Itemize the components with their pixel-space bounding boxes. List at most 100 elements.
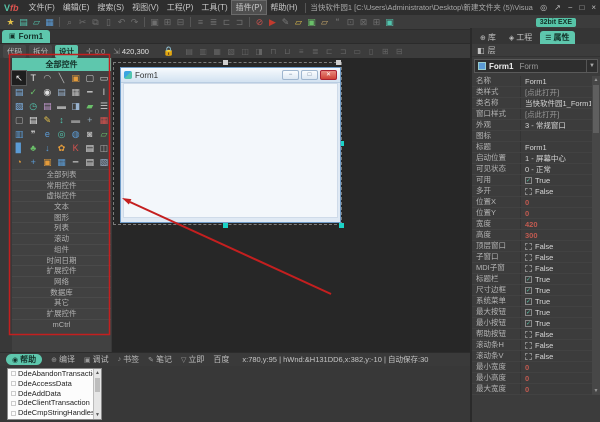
pointer-icon[interactable]: ↖ — [10, 70, 28, 86]
property-value[interactable]: False — [521, 242, 591, 251]
property-value[interactable]: 当快软件园1_Form1 — [521, 98, 591, 109]
scroll-up-icon[interactable]: ▲ — [592, 76, 600, 84]
folder-icon[interactable]: ▱ — [97, 127, 111, 141]
checkbox-checked-icon[interactable]: ✓ — [525, 275, 532, 283]
help-list-scrollbar[interactable]: ▲ ▼ — [93, 369, 101, 419]
save-button[interactable]: ▦ — [43, 15, 56, 29]
checkbox-icon[interactable]: ✓ — [26, 85, 40, 99]
property-value[interactable]: 1 - 屏幕中心 — [521, 153, 591, 164]
bottom-tab-调试[interactable]: ▣ 调试 — [84, 354, 109, 365]
category-mCtrl[interactable]: mCtrl — [12, 318, 111, 330]
stop-button[interactable]: ⊘ — [253, 15, 266, 29]
frame-icon[interactable]: ▢ — [83, 71, 97, 85]
property-value[interactable]: Form1 — [521, 77, 591, 86]
option-icon[interactable]: ◉ — [40, 85, 54, 99]
scroll-thumb[interactable] — [593, 85, 599, 133]
property-value[interactable]: False — [521, 187, 591, 196]
undo-button[interactable]: ↶ — [115, 15, 128, 29]
teal-box-button[interactable]: ▣ — [383, 15, 396, 29]
handle-top-middle[interactable] — [223, 60, 228, 65]
category-数据库[interactable]: 数据库 — [12, 286, 111, 298]
progress-icon[interactable]: ▰ — [83, 99, 97, 113]
menu-编辑(E)[interactable]: 编辑(E) — [59, 1, 94, 14]
bottom-tab-立即[interactable]: ▽ 立即 — [181, 354, 204, 365]
mctrl-icon-icon[interactable]: ▧ — [97, 155, 111, 169]
minimize-button[interactable]: − — [568, 0, 573, 15]
add-ctrl-icon[interactable]: + — [83, 113, 97, 127]
pin-button[interactable]: ◎ — [540, 0, 547, 15]
align-all-button[interactable]: ≣ — [207, 15, 220, 29]
splitter-icon[interactable]: ◫ — [97, 141, 111, 155]
arch-target-badge[interactable]: 32bit EXE — [535, 17, 576, 27]
align-tool-8-icon[interactable]: ≡ — [294, 47, 308, 56]
bottom-tab-百度[interactable]: 百度 — [213, 354, 229, 365]
scroll-down-icon[interactable]: ▼ — [94, 411, 101, 419]
property-value[interactable]: 0 - 正常 — [521, 164, 591, 175]
align-tool-1-icon[interactable]: ▥ — [196, 47, 210, 56]
run-button[interactable]: ▶ — [266, 15, 279, 29]
new-file-button[interactable]: ▤ — [17, 15, 30, 29]
button-icon[interactable]: ▭ — [97, 71, 111, 85]
maximize-button[interactable]: □ — [579, 0, 584, 15]
checkbox-checked-icon[interactable]: ✓ — [525, 176, 532, 184]
edit-remove-button[interactable]: ⊟ — [174, 15, 187, 29]
panel-tab-属性[interactable]: ☰ 属性 — [540, 31, 575, 44]
property-value[interactable]: 300 — [521, 231, 591, 240]
list-item-DdeClientTransaction[interactable]: DdeClientTransaction — [8, 398, 101, 408]
cut-button[interactable]: ✂ — [76, 15, 89, 29]
list-item-DdeAccessData[interactable]: DdeAccessData — [8, 379, 101, 389]
plus-icon[interactable]: + — [26, 155, 40, 169]
tooltip-icon[interactable]: ❞ — [26, 127, 40, 141]
category-其它[interactable]: 其它 — [12, 297, 111, 308]
align-tool-9-icon[interactable]: ≣ — [308, 47, 322, 56]
category-滚动[interactable]: 滚动 — [12, 233, 111, 244]
category-组件[interactable]: 组件 — [12, 243, 111, 255]
slider-icon[interactable]: ▬ — [69, 113, 83, 127]
checkbox-unchecked-icon[interactable] — [525, 253, 532, 261]
search-button[interactable]: ⌕ — [63, 15, 76, 29]
outdent-button[interactable]: ⊐ — [233, 15, 246, 29]
category-扩展控件[interactable]: 扩展控件 — [12, 307, 111, 319]
align-tool-0-icon[interactable]: ▤ — [182, 47, 196, 56]
panel-icon[interactable]: ▧ — [12, 99, 26, 113]
folder-yellow-button[interactable]: ▱ — [292, 15, 305, 29]
menu-帮助(H)[interactable]: 帮助(H) — [266, 1, 301, 14]
property-value[interactable]: 3 - 常规窗口 — [521, 120, 591, 131]
property-scrollbar[interactable]: ▲ ▼ — [592, 76, 600, 395]
tool-c-button[interactable]: ⊞ — [370, 15, 383, 29]
timer-icon[interactable]: ◷ — [26, 99, 40, 113]
write-button[interactable]: ✎ — [279, 15, 292, 29]
hscroll-icon[interactable]: ━ — [83, 85, 97, 99]
list-item-DdeCmpStringHandles[interactable]: DdeCmpStringHandles — [8, 408, 101, 418]
handle-bottom-middle[interactable] — [223, 223, 228, 228]
label-icon[interactable]: T — [26, 71, 40, 85]
align-tool-2-icon[interactable]: ▦ — [210, 47, 224, 56]
treeview-icon[interactable]: ▤ — [40, 99, 54, 113]
bottom-tab-帮助[interactable]: ◉ 帮助 — [6, 354, 43, 365]
menu-文件(F)[interactable]: 文件(F) — [25, 1, 59, 14]
document-icon[interactable]: ▤ — [83, 141, 97, 155]
menu-视图(V)[interactable]: 视图(V) — [128, 1, 163, 14]
category-时间日期[interactable]: 时间日期 — [12, 254, 111, 266]
align-tool-14-icon[interactable]: ⊞ — [378, 47, 392, 56]
align-tool-15-icon[interactable]: ⊟ — [392, 47, 406, 56]
menu-搜索(S)[interactable]: 搜索(S) — [93, 1, 128, 14]
bottom-tab-编译[interactable]: ⊕ 编译 — [51, 354, 75, 365]
tool-b-button[interactable]: ⊠ — [357, 15, 370, 29]
panel-tab-库[interactable]: ⊕ 库 — [475, 31, 501, 44]
property-value[interactable]: 0 — [521, 198, 591, 207]
tab-form1[interactable]: ▣ Form1 — [2, 30, 51, 43]
align-tool-10-icon[interactable]: ⊏ — [322, 47, 336, 56]
scroll-down-icon[interactable]: ▼ — [592, 387, 600, 395]
folder-open-button[interactable]: ▱ — [318, 15, 331, 29]
image-view-button[interactable]: ▣ — [305, 15, 318, 29]
list-item-DdeAbandonTransaction[interactable]: DdeAbandonTransaction — [8, 369, 101, 379]
property-value[interactable]: ✓ True — [521, 297, 591, 306]
scroll-thumb[interactable] — [95, 378, 100, 392]
property-value[interactable]: [点此打开] — [521, 109, 591, 120]
shape-icon[interactable]: ◠ — [40, 71, 54, 85]
list-item-DdeAddData[interactable]: DdeAddData — [8, 389, 101, 399]
align-tool-3-icon[interactable]: ▧ — [224, 47, 238, 56]
gear-icon[interactable]: ◎ — [54, 127, 68, 141]
picture-icon[interactable]: ▤ — [12, 85, 26, 99]
